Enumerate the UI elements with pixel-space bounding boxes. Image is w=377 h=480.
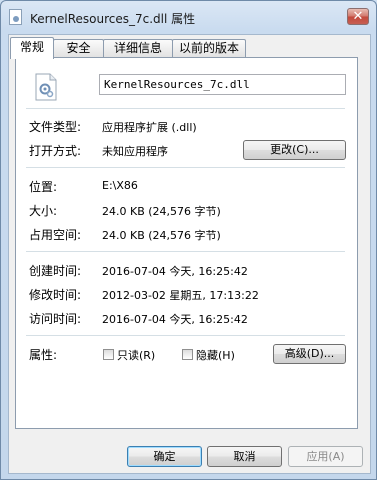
created-value: 2016-07-04 今天, 16:25:42 <box>102 265 248 278</box>
separator <box>26 108 345 109</box>
dll-file-icon <box>35 73 57 101</box>
file-icon <box>9 9 22 25</box>
close-button[interactable]: ✕ <box>347 8 369 25</box>
accessed-value: 2016-07-04 今天, 16:25:42 <box>102 313 248 326</box>
change-button[interactable]: 更改(C)... <box>243 140 346 160</box>
separator <box>26 167 345 168</box>
ok-button[interactable]: 确定 <box>127 446 202 467</box>
separator <box>26 335 345 336</box>
title-bar[interactable]: KernelResources_7c.dll 属性 ✕ <box>0 0 377 34</box>
hidden-checkbox[interactable] <box>182 349 193 360</box>
tab-previous-versions[interactable]: 以前的版本 <box>172 39 246 57</box>
attributes-label: 属性: <box>29 348 58 362</box>
window-title: KernelResources_7c.dll 属性 <box>30 12 196 26</box>
cancel-button[interactable]: 取消 <box>207 446 282 467</box>
readonly-checkbox[interactable] <box>103 349 114 360</box>
created-label: 创建时间: <box>29 264 82 278</box>
size-value: 24.0 KB (24,576 字节) <box>102 205 221 218</box>
size-on-disk-value: 24.0 KB (24,576 字节) <box>102 229 221 242</box>
location-value: E:\X86 <box>102 179 138 192</box>
file-type-value: 应用程序扩展 (.dll) <box>102 121 197 134</box>
tab-details[interactable]: 详细信息 <box>103 39 173 57</box>
advanced-button[interactable]: 高级(D)... <box>273 344 346 364</box>
tab-security[interactable]: 安全 <box>53 39 104 57</box>
readonly-label[interactable]: 只读(R) <box>117 347 155 363</box>
file-name-field[interactable]: KernelResources_7c.dll <box>99 74 346 95</box>
tab-general[interactable]: 常规 <box>10 37 54 59</box>
size-on-disk-label: 占用空间: <box>29 228 82 242</box>
open-with-label: 打开方式: <box>29 144 82 158</box>
accessed-label: 访问时间: <box>29 312 82 326</box>
modified-value: 2012-03-02 星期五, 17:13:22 <box>102 289 259 302</box>
open-with-value: 未知应用程序 <box>102 145 168 158</box>
general-tab-panel <box>15 57 358 429</box>
file-type-label: 文件类型: <box>29 120 82 134</box>
location-label: 位置: <box>29 180 58 194</box>
separator <box>26 251 345 252</box>
modified-label: 修改时间: <box>29 288 82 302</box>
apply-button[interactable]: 应用(A) <box>288 446 363 467</box>
hidden-label[interactable]: 隐藏(H) <box>196 347 235 363</box>
size-label: 大小: <box>29 204 58 218</box>
